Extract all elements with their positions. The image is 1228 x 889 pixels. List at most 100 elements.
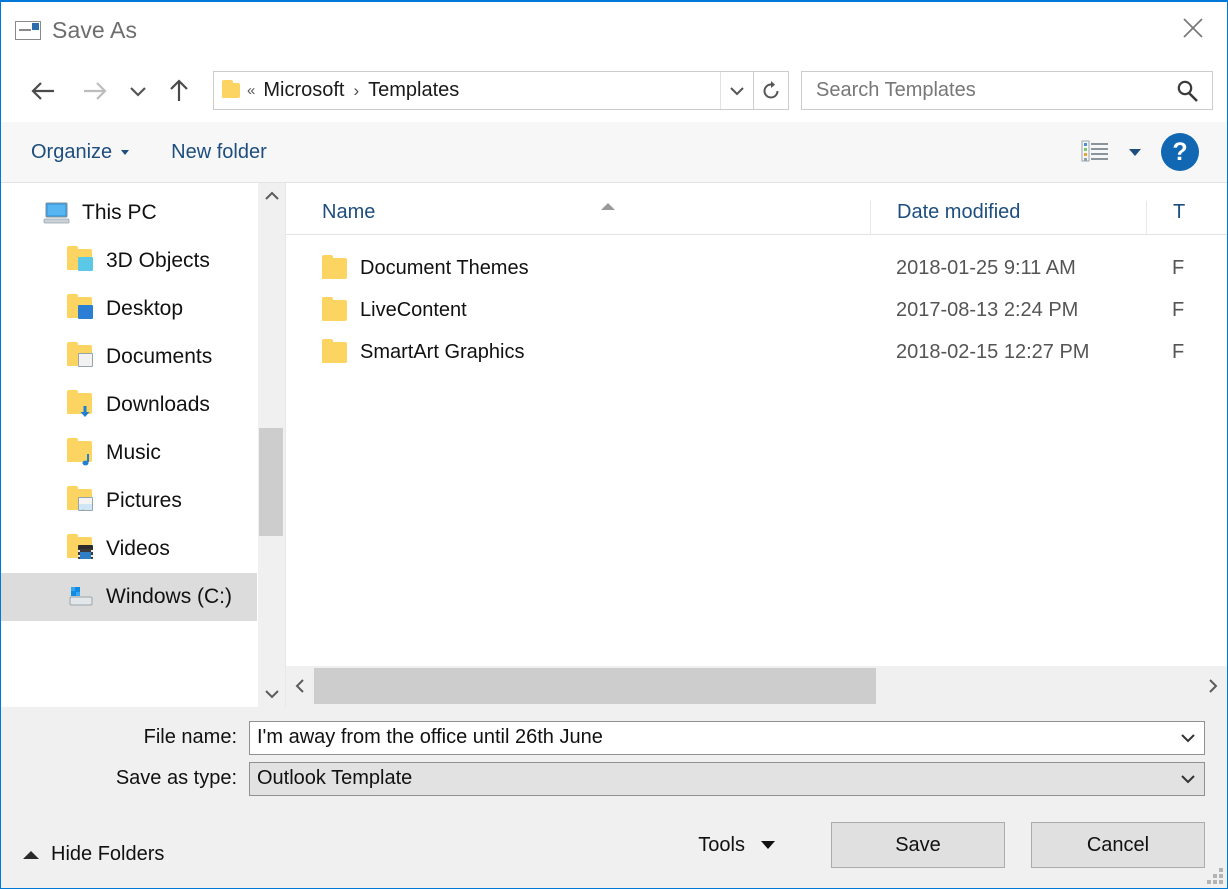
save-as-type-label: Save as type:: [115, 767, 237, 789]
file-name-combobox[interactable]: [249, 720, 1205, 755]
sidebar-scroll-up-button[interactable]: [258, 183, 285, 209]
file-name-dropdown-button[interactable]: [1172, 722, 1204, 754]
recent-locations-button[interactable]: [123, 71, 153, 111]
tools-label: Tools: [698, 833, 745, 856]
save-as-type-value: Outlook Template: [257, 767, 413, 789]
sidebar-item-label: This PC: [82, 201, 157, 224]
hscroll-right-button[interactable]: [1199, 666, 1227, 707]
sidebar-item-label: Music: [106, 441, 161, 464]
file-list: Document Themes 2018-01-25 9:11 AM F LiveCo…: [286, 235, 1227, 665]
file-list-row[interactable]: SmartArt Graphics 2018-02-15 12:27 PM F: [286, 331, 1227, 373]
tools-button[interactable]: Tools: [698, 834, 775, 857]
documents-icon: [67, 342, 95, 369]
this-pc-icon: [43, 202, 70, 224]
downloads-icon: [67, 390, 95, 417]
help-icon: ?: [1172, 137, 1188, 166]
breadcrumb-microsoft[interactable]: Microsoft: [261, 77, 346, 104]
refresh-button[interactable]: [754, 71, 789, 110]
address-bar[interactable]: « Microsoft › Templates: [213, 71, 754, 110]
column-header-type[interactable]: T: [1146, 201, 1227, 234]
file-row-name: SmartArt Graphics: [360, 340, 525, 363]
sidebar-scroll-thumb[interactable]: [259, 428, 283, 536]
view-details-icon: [1081, 140, 1108, 162]
hide-folders-button[interactable]: Hide Folders: [23, 843, 164, 866]
new-folder-button[interactable]: New folder: [161, 135, 277, 170]
chevron-down-icon: [761, 841, 775, 849]
sidebar-item-music[interactable]: Music: [1, 429, 285, 477]
this-pc-icon: [43, 201, 71, 225]
sidebar-item-3d-objects[interactable]: 3D Objects: [1, 237, 285, 285]
save-as-type-combobox[interactable]: Outlook Template: [249, 761, 1205, 796]
desktop-icon: [67, 294, 95, 321]
hscroll-left-button[interactable]: [286, 666, 314, 707]
documents-icon: [67, 342, 93, 367]
sidebar-item-label: Windows (C:): [106, 585, 233, 608]
up-button[interactable]: [159, 71, 199, 111]
music-icon: [67, 438, 92, 466]
sidebar-item-this-pc[interactable]: This PC: [1, 189, 285, 237]
sidebar-item-desktop[interactable]: Desktop: [1, 285, 285, 333]
arrow-right-icon: [84, 81, 107, 100]
column-header-name[interactable]: Name: [286, 201, 870, 234]
breadcrumb-overflow[interactable]: «: [247, 82, 255, 99]
view-mode-button[interactable]: [1075, 135, 1147, 169]
file-list-row[interactable]: Document Themes 2018-01-25 9:11 AM F: [286, 247, 1227, 289]
organize-button[interactable]: Organize: [21, 135, 139, 170]
address-dropdown-button[interactable]: [720, 72, 753, 109]
folder-icon: [322, 296, 347, 321]
resize-grip-icon[interactable]: [1207, 868, 1223, 884]
sidebar-item-videos[interactable]: Videos: [1, 525, 285, 573]
file-row-type: F: [1172, 340, 1185, 363]
save-as-type-row: Save as type: Outlook Template: [23, 761, 1205, 796]
breadcrumb-templates[interactable]: Templates: [366, 77, 461, 104]
pictures-icon: [67, 486, 95, 513]
column-header-date-modified[interactable]: Date modified: [870, 201, 1146, 234]
sidebar-scrollbar[interactable]: [257, 183, 285, 707]
save-as-type-dropdown-button[interactable]: [1172, 763, 1204, 795]
save-button[interactable]: Save: [831, 822, 1005, 868]
breadcrumb-separator: ›: [353, 80, 360, 100]
sidebar-item-documents[interactable]: Documents: [1, 333, 285, 381]
sidebar-item-label: Downloads: [106, 393, 210, 416]
downloads-icon: [67, 390, 92, 417]
cancel-button[interactable]: Cancel: [1031, 822, 1205, 868]
search-input[interactable]: [816, 79, 1174, 102]
dialog-button-group: Tools Save Cancel: [698, 822, 1205, 868]
forward-button[interactable]: [75, 71, 115, 111]
dialog-footer: Hide Folders Tools Save Cancel: [1, 802, 1227, 888]
navigation-tree: This PC 3D Objects Desktop Documents Downloa…: [1, 189, 285, 621]
3d-objects-icon: [67, 246, 93, 271]
sidebar-item-label: Desktop: [106, 297, 184, 320]
sidebar-scroll-down-button[interactable]: [258, 681, 285, 707]
file-list-horizontal-scrollbar[interactable]: [286, 664, 1227, 707]
file-row-name: LiveContent: [360, 298, 467, 321]
chevron-down-icon: [1181, 733, 1195, 742]
close-button[interactable]: [1165, 6, 1221, 50]
template-file-icon: [15, 21, 41, 40]
hscroll-thumb[interactable]: [314, 667, 876, 704]
hscroll-track[interactable]: [314, 666, 1199, 707]
chevron-down-icon: [130, 86, 146, 97]
help-button[interactable]: ?: [1161, 133, 1199, 171]
sidebar-item-label: Pictures: [106, 489, 182, 512]
drive-icon: [67, 585, 95, 609]
music-icon: [67, 438, 95, 466]
sidebar-item-windows-c[interactable]: Windows (C:): [1, 573, 285, 621]
back-button[interactable]: [23, 71, 63, 111]
title-bar: Save As: [1, 2, 1227, 59]
hide-folders-label: Hide Folders: [51, 843, 165, 865]
search-box[interactable]: [801, 71, 1213, 110]
sidebar-item-pictures[interactable]: Pictures: [1, 477, 285, 525]
arrow-up-icon: [170, 78, 188, 101]
file-name-row: File name:: [23, 720, 1205, 755]
column-header-row: Name Date modified T: [286, 183, 1227, 235]
sidebar-item-downloads[interactable]: Downloads: [1, 381, 285, 429]
file-row-name-cell: SmartArt Graphics: [286, 338, 870, 364]
sidebar-item-label: Documents: [106, 345, 213, 368]
file-list-row[interactable]: LiveContent 2017-08-13 2:24 PM F: [286, 289, 1227, 331]
file-name-input[interactable]: [250, 721, 1172, 754]
chevron-right-icon: [1209, 679, 1218, 693]
folder-icon: [322, 338, 347, 363]
drive-icon: [69, 587, 93, 606]
file-row-type: F: [1172, 298, 1185, 321]
